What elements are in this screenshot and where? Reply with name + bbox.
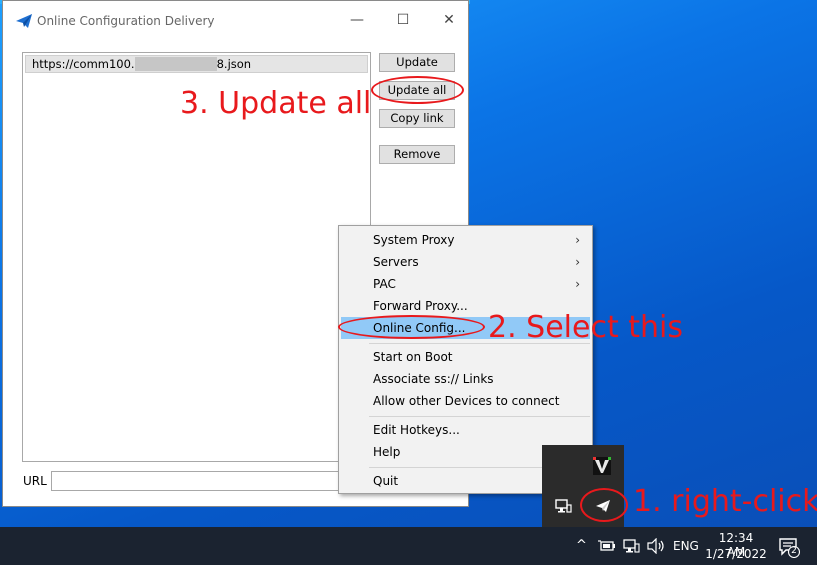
- list-item-url-suffix: 8.json: [216, 57, 252, 71]
- network-icon[interactable]: [622, 538, 640, 554]
- annotation-right-click: 1. right-click: [633, 484, 817, 519]
- menu-item-pac[interactable]: PAC ›: [341, 273, 590, 295]
- menu-item-servers[interactable]: Servers ›: [341, 251, 590, 273]
- v2ray-icon[interactable]: [593, 457, 611, 475]
- menu-item-label: Servers: [373, 255, 419, 269]
- menu-separator: [369, 416, 590, 417]
- chevron-right-icon: ›: [575, 255, 580, 269]
- annotation-select-this: 2. Select this: [488, 310, 683, 345]
- menu-item-system-proxy[interactable]: System Proxy ›: [341, 229, 590, 251]
- menu-item-label: Forward Proxy...: [373, 299, 468, 313]
- menu-item-allow-devices[interactable]: Allow other Devices to connect: [341, 390, 590, 412]
- menu-item-associate-links[interactable]: Associate ss:// Links: [341, 368, 590, 390]
- volume-icon[interactable]: [646, 538, 666, 554]
- window-title: Online Configuration Delivery: [37, 14, 215, 28]
- update-button[interactable]: Update: [379, 53, 455, 72]
- menu-item-start-on-boot[interactable]: Start on Boot: [341, 346, 590, 368]
- network-computer-icon[interactable]: [554, 497, 572, 515]
- title-bar[interactable]: Online Configuration Delivery — ☐ ✕: [3, 1, 468, 39]
- minimize-button[interactable]: —: [334, 1, 380, 39]
- menu-item-edit-hotkeys[interactable]: Edit Hotkeys...: [341, 419, 590, 441]
- menu-item-label: Help: [373, 445, 401, 459]
- menu-item-label: Associate ss:// Links: [373, 372, 494, 386]
- copy-link-button[interactable]: Copy link: [379, 109, 455, 128]
- remove-button[interactable]: Remove: [379, 145, 455, 164]
- menu-item-label: PAC: [373, 277, 396, 291]
- url-label: URL: [23, 474, 47, 488]
- clock-date[interactable]: 1/27/2022: [702, 547, 770, 561]
- highlight-ellipse-update-all: [371, 76, 464, 104]
- highlight-ellipse-online-config: [338, 315, 485, 339]
- chevron-right-icon: ›: [575, 277, 580, 291]
- menu-item-label: Start on Boot: [373, 350, 453, 364]
- list-item[interactable]: https://comm100. 8.json: [25, 55, 368, 73]
- menu-item-label: Quit: [373, 474, 399, 488]
- chevron-right-icon: ›: [575, 233, 580, 247]
- battery-plug-icon[interactable]: [598, 539, 616, 553]
- annotation-update-all: 3. Update all: [180, 86, 372, 121]
- maximize-button[interactable]: ☐: [380, 1, 426, 39]
- notification-count-badge: 2: [791, 546, 797, 556]
- menu-item-label: System Proxy: [373, 233, 455, 247]
- paper-plane-icon: [16, 14, 32, 28]
- redacted-region: [134, 57, 217, 71]
- chevron-up-icon[interactable]: ^: [576, 538, 587, 553]
- language-indicator[interactable]: ENG: [673, 539, 699, 553]
- highlight-ellipse-tray-icon: [580, 488, 628, 522]
- close-button[interactable]: ✕: [426, 1, 472, 39]
- list-item-url-prefix: https://comm100.: [32, 57, 135, 71]
- menu-item-label: Allow other Devices to connect: [373, 394, 560, 408]
- menu-item-label: Edit Hotkeys...: [373, 423, 460, 437]
- url-input[interactable]: [51, 471, 351, 491]
